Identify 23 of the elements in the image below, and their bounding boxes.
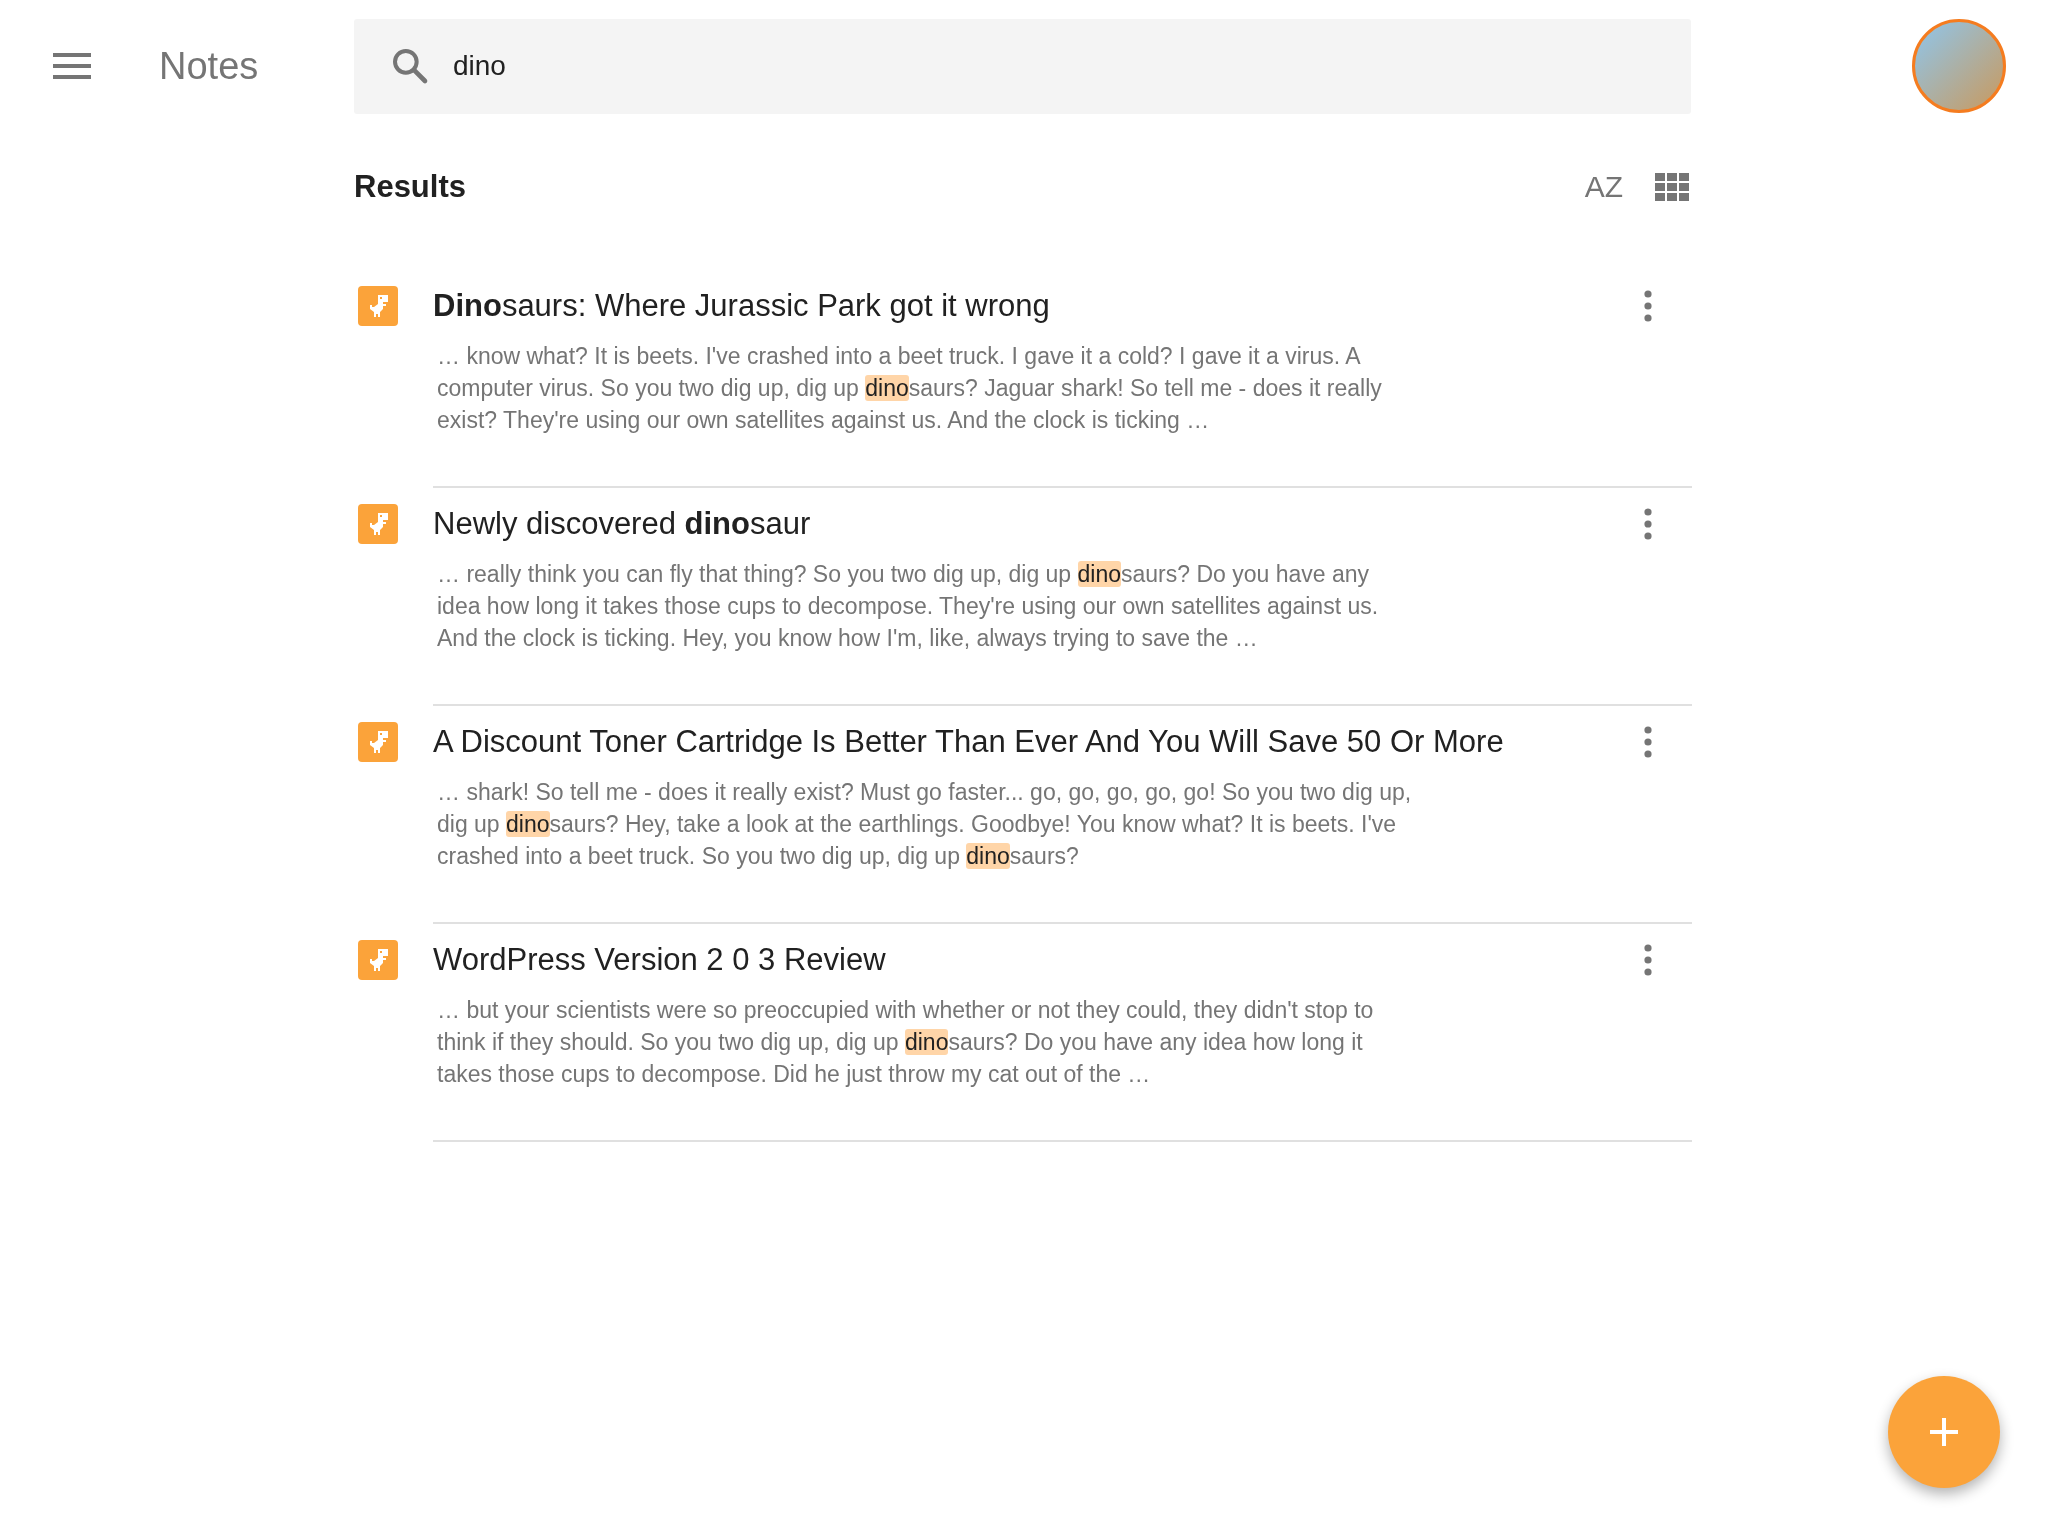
more-options-icon[interactable] — [1644, 508, 1652, 540]
more-options-icon[interactable] — [1644, 290, 1652, 322]
sort-button[interactable]: AZ — [1582, 166, 1625, 208]
note-title[interactable]: WordPress Version 2 0 3 Review — [433, 942, 1644, 978]
grid-view-icon[interactable] — [1655, 173, 1689, 201]
more-options-icon[interactable] — [1644, 944, 1652, 976]
plus-icon — [1930, 1418, 1958, 1446]
dinosaur-note-icon — [358, 940, 398, 980]
dinosaur-note-icon — [358, 504, 398, 544]
note-snippet: … know what? It is beets. I've crashed into a beet truck. I gave it a cold? I gave it a virus. A computer virus. So you two dig up, dig up dinosaurs? Jaguar shark! So tell me - does it really exist? They're using our own satellites against us. And the clock is ticking … — [437, 342, 1383, 435]
dinosaur-note-icon — [358, 722, 398, 762]
results-heading: Results — [354, 169, 467, 205]
note-snippet: … shark! So tell me - does it really exist? Must go faster... go, go, go, go, go! So you two dig up, dig up dinosaurs? Hey, take a look at the earthlings. Goodbye! You know what? It is beets. I've crashed into a beet truck. So you two dig up, dig up dinosaurs? — [437, 778, 1412, 871]
menu-icon[interactable] — [53, 53, 91, 79]
app-title: Notes — [159, 44, 260, 88]
note-title[interactable]: Dinosaurs: Where Jurassic Park got it wrong — [433, 288, 1644, 324]
note-title[interactable]: A Discount Toner Cartridge Is Better Than Ever And You Will Save 50 Or More — [433, 724, 1644, 760]
search-field[interactable]: dino — [354, 18, 1691, 114]
note-snippet: … but your scientists were so preoccupied with whether or not they could, they didn't stop to think if they should. So you two dig up, dig up dinosaurs? Do you have any idea how long it takes those cups to decompose. Did he just throw my cat out of the … — [437, 996, 1375, 1089]
note-title[interactable]: Newly discovered dinosaur — [433, 506, 1644, 542]
more-options-icon[interactable] — [1644, 726, 1652, 758]
dinosaur-note-icon — [358, 286, 398, 326]
note-snippet: … really think you can fly that thing? So you two dig up, dig up dinosaurs? Do you have any idea how long it takes those cups to decompose. They're using our own satellites against us. And the clock is ticking. Hey, you know how I'm, like, always trying to save the … — [437, 560, 1380, 653]
